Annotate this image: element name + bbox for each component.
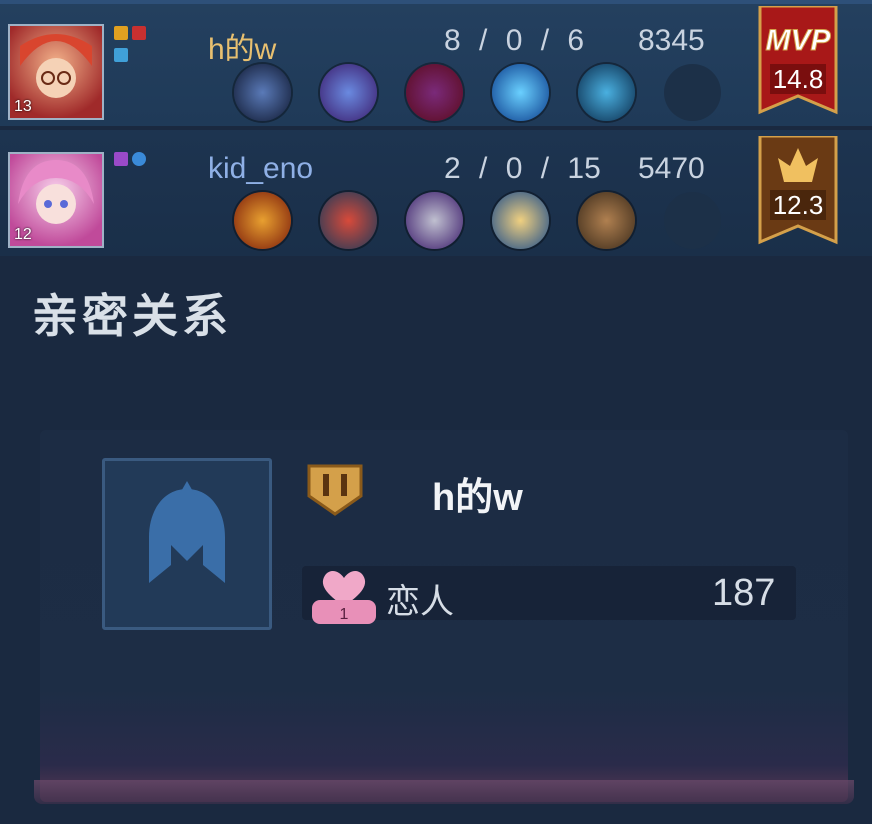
dragon-staff-item-icon[interactable] xyxy=(320,64,377,121)
dark-hat-item-icon[interactable] xyxy=(406,64,463,121)
player-row-2[interactable]: 12 kid_eno 2 / 0 / 15 5470 xyxy=(0,130,872,256)
player-name[interactable]: h的w xyxy=(208,24,276,68)
hero-level: 13 xyxy=(14,98,32,115)
heart-level-badge: 1 xyxy=(306,566,382,637)
region-icon xyxy=(132,152,146,166)
frost-mask-item-icon[interactable] xyxy=(578,64,635,121)
kda-stat: 2 / 0 / 15 xyxy=(444,152,601,185)
blue-orb-item-icon[interactable] xyxy=(492,64,549,121)
helmet-icon xyxy=(149,481,225,583)
player-name[interactable]: kid_eno xyxy=(208,152,313,186)
rating-value: 12.3 xyxy=(773,190,824,220)
boots-item-icon[interactable] xyxy=(234,64,291,121)
kda-stat: 8 / 0 / 6 xyxy=(444,24,585,57)
score-stat: 8345 xyxy=(638,24,705,57)
status-icons xyxy=(114,152,150,170)
section-title: 亲密关系 xyxy=(32,290,232,342)
hero-level: 12 xyxy=(14,226,32,243)
status-icons xyxy=(114,26,150,62)
hero-avatar[interactable]: 13 xyxy=(8,24,104,120)
intimacy-value: 187 xyxy=(712,572,776,614)
rating-value: 14.8 xyxy=(773,64,824,94)
mvp-badge: MVP 14.8 xyxy=(758,6,838,115)
fire-flower-item-icon[interactable] xyxy=(234,192,291,249)
empty-slot-icon xyxy=(664,64,721,121)
rank-icon xyxy=(114,152,128,166)
rank-crest-icon xyxy=(307,464,363,516)
item-list xyxy=(234,64,721,121)
hero-avatar[interactable]: 12 xyxy=(8,152,104,248)
heart-icon: 1 xyxy=(312,571,376,624)
rank-icon xyxy=(114,26,128,40)
armor-gauntlet-item-icon[interactable] xyxy=(406,192,463,249)
heart-level: 1 xyxy=(340,606,349,623)
hourglass-item-icon[interactable] xyxy=(492,192,549,249)
panel-bottom-glow xyxy=(34,780,854,804)
score-stat: 5470 xyxy=(638,152,705,185)
rating-badge: 12.3 xyxy=(758,136,838,245)
item-list xyxy=(234,192,721,249)
mvp-label: MVP xyxy=(765,24,831,57)
red-boots-item-icon[interactable] xyxy=(320,192,377,249)
relationship-type: 恋人 xyxy=(386,583,454,621)
partner-avatar-slot[interactable] xyxy=(102,458,272,630)
tome-item-icon[interactable] xyxy=(578,192,635,249)
player-row-1[interactable]: 13 h的w 8 / 0 / 6 8345 xyxy=(0,0,872,126)
partner-name[interactable]: h的w xyxy=(432,466,523,521)
region-icon xyxy=(114,48,128,62)
team-icon xyxy=(132,26,146,40)
empty-slot-icon xyxy=(664,192,721,249)
